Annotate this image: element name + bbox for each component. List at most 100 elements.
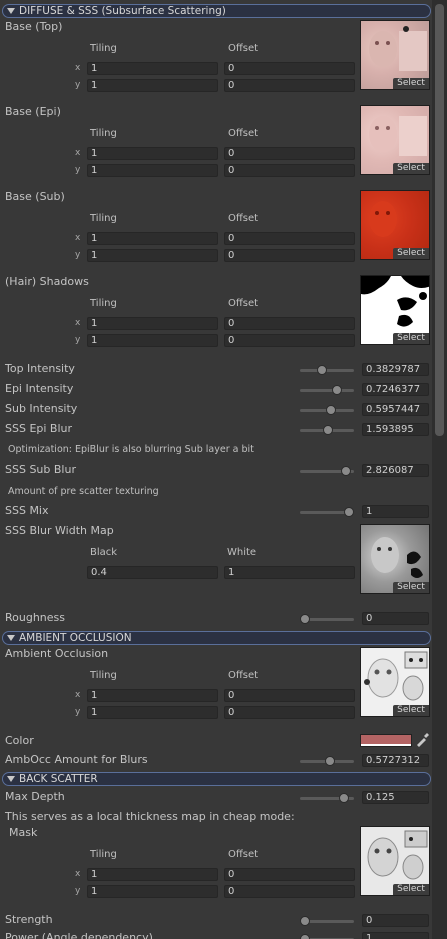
vertical-scrollbar[interactable] <box>432 0 447 939</box>
slider-knob[interactable] <box>300 934 310 939</box>
texture-thumbnail[interactable]: Select <box>360 524 430 594</box>
slider-label: SSS Epi Blur <box>5 422 73 435</box>
slider-knob[interactable] <box>300 916 310 926</box>
prescatter-note: Amount of pre scatter texturing <box>8 486 159 497</box>
value-field[interactable]: 1 <box>362 932 429 939</box>
slider-track[interactable] <box>300 365 354 375</box>
slider-knob[interactable] <box>323 425 334 435</box>
texture-label: Mask <box>9 826 38 839</box>
offset-x-field[interactable]: 0 <box>224 232 355 245</box>
chevron-down-icon <box>7 8 15 14</box>
slider-track[interactable] <box>300 793 354 803</box>
tiling-x-field[interactable]: 1 <box>87 62 218 75</box>
tiling-y-field[interactable]: 1 <box>87 706 218 719</box>
slider-knob[interactable] <box>338 793 349 803</box>
offset-x-field[interactable]: 0 <box>224 689 355 702</box>
texture-thumbnail[interactable]: Select <box>360 275 430 345</box>
offset-y-field[interactable]: 0 <box>224 706 355 719</box>
tiling-y-field[interactable]: 1 <box>87 79 218 92</box>
value-field[interactable]: 1 <box>362 505 429 518</box>
slider-knob[interactable] <box>344 507 354 517</box>
slider-knob[interactable] <box>331 385 342 395</box>
slider-label: Power (Angle dependency) <box>5 931 153 939</box>
x-label: x <box>75 63 81 73</box>
slider-track[interactable] <box>300 405 354 415</box>
tiling-x-field[interactable]: 1 <box>87 232 218 245</box>
y-label: y <box>75 886 81 896</box>
x-label: x <box>75 148 81 158</box>
select-button[interactable]: Select <box>393 582 429 593</box>
texture-label: Base (Sub) <box>5 190 65 203</box>
value-field[interactable]: 0.5957447 <box>362 403 429 416</box>
slider-knob[interactable] <box>325 756 336 766</box>
tiling-x-field[interactable]: 1 <box>87 868 218 881</box>
eyedropper-icon[interactable] <box>415 733 429 747</box>
tiling-y-field[interactable]: 1 <box>87 885 218 898</box>
tiling-x-field[interactable]: 1 <box>87 317 218 330</box>
slider-knob[interactable] <box>326 405 337 415</box>
slider-track[interactable] <box>300 507 354 517</box>
white-field[interactable]: 1 <box>224 566 355 579</box>
tiling-x-field[interactable]: 1 <box>87 689 218 702</box>
slider-label: Roughness <box>5 611 66 624</box>
offset-x-field[interactable]: 0 <box>224 62 355 75</box>
alpha-bar <box>361 744 411 746</box>
texture-thumbnail[interactable]: Select <box>360 105 430 175</box>
value-field[interactable]: 2.826087 <box>362 464 429 477</box>
slider-knob[interactable] <box>341 466 352 476</box>
y-label: y <box>75 335 81 345</box>
tiling-y-field[interactable]: 1 <box>87 334 218 347</box>
texture-thumbnail[interactable]: Select <box>360 826 430 896</box>
offset-x-field[interactable]: 0 <box>224 147 355 160</box>
select-button[interactable]: Select <box>393 248 429 259</box>
scrollbar-thumb[interactable] <box>435 4 444 436</box>
value-field[interactable]: 1.593895 <box>362 423 429 436</box>
offset-y-field[interactable]: 0 <box>224 164 355 177</box>
select-button[interactable]: Select <box>393 705 429 716</box>
select-button[interactable]: Select <box>393 333 429 344</box>
y-label: y <box>75 707 81 717</box>
black-field[interactable]: 0.4 <box>87 566 218 579</box>
tiling-y-field[interactable]: 1 <box>87 164 218 177</box>
texture-thumbnail[interactable]: Select <box>360 647 430 717</box>
slider-knob[interactable] <box>300 614 310 624</box>
texture-thumbnail[interactable]: Select <box>360 190 430 260</box>
slider-label: Sub Intensity <box>5 402 78 415</box>
texture-thumbnail[interactable]: Select <box>360 20 430 90</box>
offset-y-field[interactable]: 0 <box>224 885 355 898</box>
offset-y-field[interactable]: 0 <box>224 334 355 347</box>
slider-track[interactable] <box>300 756 354 766</box>
slider-knob[interactable] <box>316 365 327 375</box>
value-field[interactable]: 0.5727312 <box>362 754 429 767</box>
tiling-label: Tiling <box>90 213 117 224</box>
offset-x-field[interactable]: 0 <box>224 868 355 881</box>
offset-y-field[interactable]: 0 <box>224 79 355 92</box>
value-field[interactable]: 0.7246377 <box>362 383 429 396</box>
select-button[interactable]: Select <box>393 884 429 895</box>
slider-track[interactable] <box>300 425 354 435</box>
section-header-ao[interactable]: AMBIENT OCCLUSION <box>2 631 431 645</box>
texture-label: Base (Top) <box>5 20 63 33</box>
offset-x-field[interactable]: 0 <box>224 317 355 330</box>
slider-label: Epi Intensity <box>5 382 74 395</box>
value-field[interactable]: 0 <box>362 914 429 927</box>
section-header-diffuse[interactable]: DIFFUSE & SSS (Subsurface Scattering) <box>2 4 431 18</box>
slider-track[interactable] <box>300 614 354 624</box>
value-field[interactable]: 0.125 <box>362 791 429 804</box>
slider-track[interactable] <box>300 916 354 926</box>
slider-track[interactable] <box>300 385 354 395</box>
tiling-x-field[interactable]: 1 <box>87 147 218 160</box>
offset-label: Offset <box>228 213 259 224</box>
select-button[interactable]: Select <box>393 78 429 89</box>
tiling-y-field[interactable]: 1 <box>87 249 218 262</box>
value-field[interactable]: 0 <box>362 612 429 625</box>
slider-track[interactable] <box>300 466 354 476</box>
select-button[interactable]: Select <box>393 163 429 174</box>
offset-y-field[interactable]: 0 <box>224 249 355 262</box>
tiling-label: Tiling <box>90 128 117 139</box>
section-title: DIFFUSE & SSS (Subsurface Scattering) <box>19 5 226 17</box>
color-swatch[interactable] <box>360 734 412 747</box>
value-field[interactable]: 0.3829787 <box>362 363 429 376</box>
section-header-backscatter[interactable]: BACK SCATTER <box>2 772 431 786</box>
offset-label: Offset <box>228 849 259 860</box>
